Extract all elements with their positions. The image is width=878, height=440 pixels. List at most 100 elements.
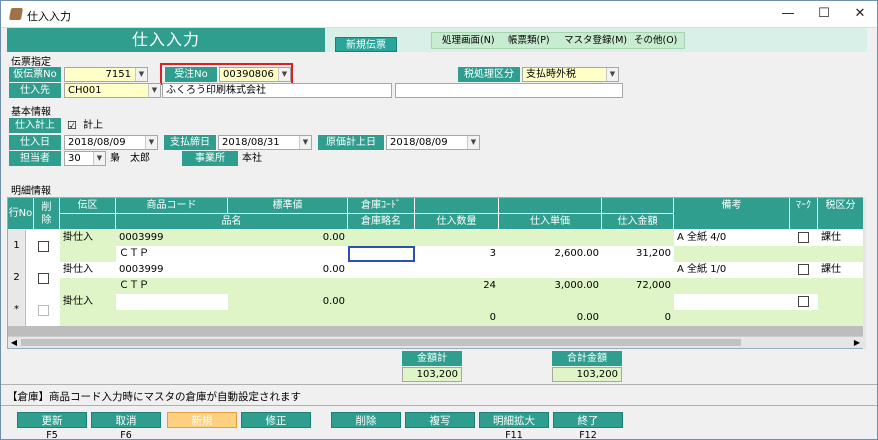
shiiresaki-label: 仕入先 [9,83,61,98]
zeiku-cell[interactable]: 課仕 [818,262,864,278]
new-button[interactable]: 新規 [167,412,237,428]
window-title: 仕入入力 [27,10,71,23]
title-bar: 仕入入力 — ☐ ✕ [1,1,877,28]
kingaku-kei-value: 103,200 [402,367,462,382]
header-cell-blank [499,198,602,214]
hinmei-cell[interactable]: ＣＴＰ [116,246,348,262]
keijo-text: 計上 [83,120,103,131]
tanka-cell[interactable]: 2,600.00 [499,246,602,262]
shiirebi-field[interactable]: 2018/08/09 ▼ [64,135,158,150]
genka-label: 原価計上日 [318,135,384,150]
row-blank-cell [60,310,116,326]
tanto-code-value: 30 [68,153,81,164]
fkey-label: F5 [46,430,58,440]
edit-button[interactable]: 修正 [241,412,311,428]
chevron-down-icon[interactable]: ▼ [135,68,147,81]
chevron-down-icon[interactable]: ▼ [606,68,618,81]
row-number: 1 [8,230,26,262]
fkey-label: F11 [505,430,523,440]
juchu-field[interactable]: 00390806 ▼ [219,67,291,82]
hyojunchi-cell[interactable]: 0.00 [228,230,348,246]
suryo-cell[interactable]: 24 [415,278,499,294]
header-cell-blank [60,214,116,230]
zei-kubun-select[interactable]: 支払時外税 ▼ [522,67,619,82]
mark-checkbox[interactable] [798,232,809,243]
zeiku-cell[interactable] [818,294,864,310]
suryo-cell[interactable]: 0 [415,310,499,326]
app-icon [8,8,24,20]
zei-kubun-label: 税処理区分 [458,67,520,82]
hinmei-cell[interactable]: ＣＴＰ [116,278,348,294]
update-button[interactable]: 更新 [17,412,87,428]
keijo-checkbox[interactable]: ☑ [67,118,77,133]
scrollbar-thumb[interactable] [21,339,741,346]
soko-name-cell[interactable] [348,310,415,326]
shimebi-field[interactable]: 2018/08/31 ▼ [218,135,312,150]
biko-cell[interactable]: A 全紙 1/0 [674,262,790,278]
hyojunchi-cell[interactable]: 0.00 [228,294,348,310]
menu-item-processing[interactable]: 処理画面(N) [442,33,495,48]
expand-details-button[interactable]: 明細拡大 [479,412,549,428]
delete-checkbox[interactable] [38,241,49,252]
row-blank-cell [60,246,116,262]
tanka-cell[interactable]: 0.00 [499,310,602,326]
shohin-code-cell[interactable]: 0003999 [116,230,228,246]
kingaku-kei-label: 金額計 [402,351,462,366]
chevron-down-icon[interactable]: ▼ [299,136,311,149]
fkey-label: F6 [120,430,132,440]
delete-checkbox[interactable] [38,273,49,284]
shiiresaki-name-field[interactable]: ふくろう印刷株式会社 [162,83,392,98]
denku-cell[interactable]: 掛仕入 [60,262,116,278]
denku-cell[interactable]: 掛仕入 [60,230,116,246]
scroll-right-icon[interactable]: ▶ [851,337,863,348]
menu-item-other[interactable]: その他(O) [634,33,677,48]
row-blank-cell [415,262,674,278]
mark-cell [790,230,818,246]
jigyosho-label: 事業所 [182,151,238,166]
menu-item-master[interactable]: マスタ登録(M) [564,33,627,48]
genka-field[interactable]: 2018/08/09 ▼ [386,135,480,150]
soko-code-cell[interactable] [348,262,415,278]
tanka-cell[interactable]: 3,000.00 [499,278,602,294]
exit-button[interactable]: 終了 [553,412,623,428]
hyojunchi-cell[interactable]: 0.00 [228,262,348,278]
soko-name-cell[interactable] [348,246,415,262]
hinmei-cell[interactable] [116,310,348,326]
chevron-down-icon[interactable]: ▼ [145,136,157,149]
close-button[interactable]: ✕ [843,1,877,27]
biko-cell[interactable]: A 全紙 4/0 [674,230,790,246]
chevron-down-icon[interactable]: ▼ [93,152,105,165]
chevron-down-icon[interactable]: ▼ [467,136,479,149]
suryo-cell[interactable]: 3 [415,246,499,262]
scroll-left-icon[interactable]: ◀ [8,337,20,348]
chevron-down-icon[interactable]: ▼ [278,68,290,81]
tanto-code-field[interactable]: 30 ▼ [64,151,106,166]
menu-item-reports[interactable]: 帳票類(P) [508,33,550,48]
delete-checkbox[interactable] [38,305,49,316]
horizontal-scrollbar[interactable]: ◀ ▶ [8,336,864,348]
mark-checkbox[interactable] [798,296,809,307]
soko-name-cell[interactable] [348,278,415,294]
shimebi-label: 支払締日 [164,135,216,150]
copy-button[interactable]: 複写 [405,412,475,428]
col-soko-name: 倉庫略名 [348,214,415,230]
delete-button[interactable]: 削除 [331,412,401,428]
shohin-code-cell[interactable] [116,294,228,310]
chevron-down-icon[interactable]: ▼ [148,84,160,97]
soko-code-cell[interactable] [348,230,415,246]
shiiresaki-code-field[interactable]: CH001 ▼ [64,83,161,98]
col-hyojunchi: 標準値 [228,198,348,214]
menu-bar: 処理画面(N) 帳票類(P) マスタ登録(M) その他(O) [431,32,685,49]
kari-denpyo-field[interactable]: 7151 ▼ [64,67,148,82]
shohin-code-cell[interactable]: 0003999 [116,262,228,278]
maximize-button[interactable]: ☐ [807,1,841,27]
shimebi-value: 2018/08/31 [222,137,280,148]
cancel-button[interactable]: 取消 [91,412,161,428]
denku-cell[interactable]: 掛仕入 [60,294,116,310]
shiiresaki-extra-field[interactable] [395,83,623,98]
biko-cell[interactable] [674,294,790,310]
mark-checkbox[interactable] [798,264,809,275]
zeiku-cell[interactable]: 課仕 [818,230,864,246]
minimize-button[interactable]: — [771,1,805,27]
section-basic: 基本情報 [11,107,51,118]
